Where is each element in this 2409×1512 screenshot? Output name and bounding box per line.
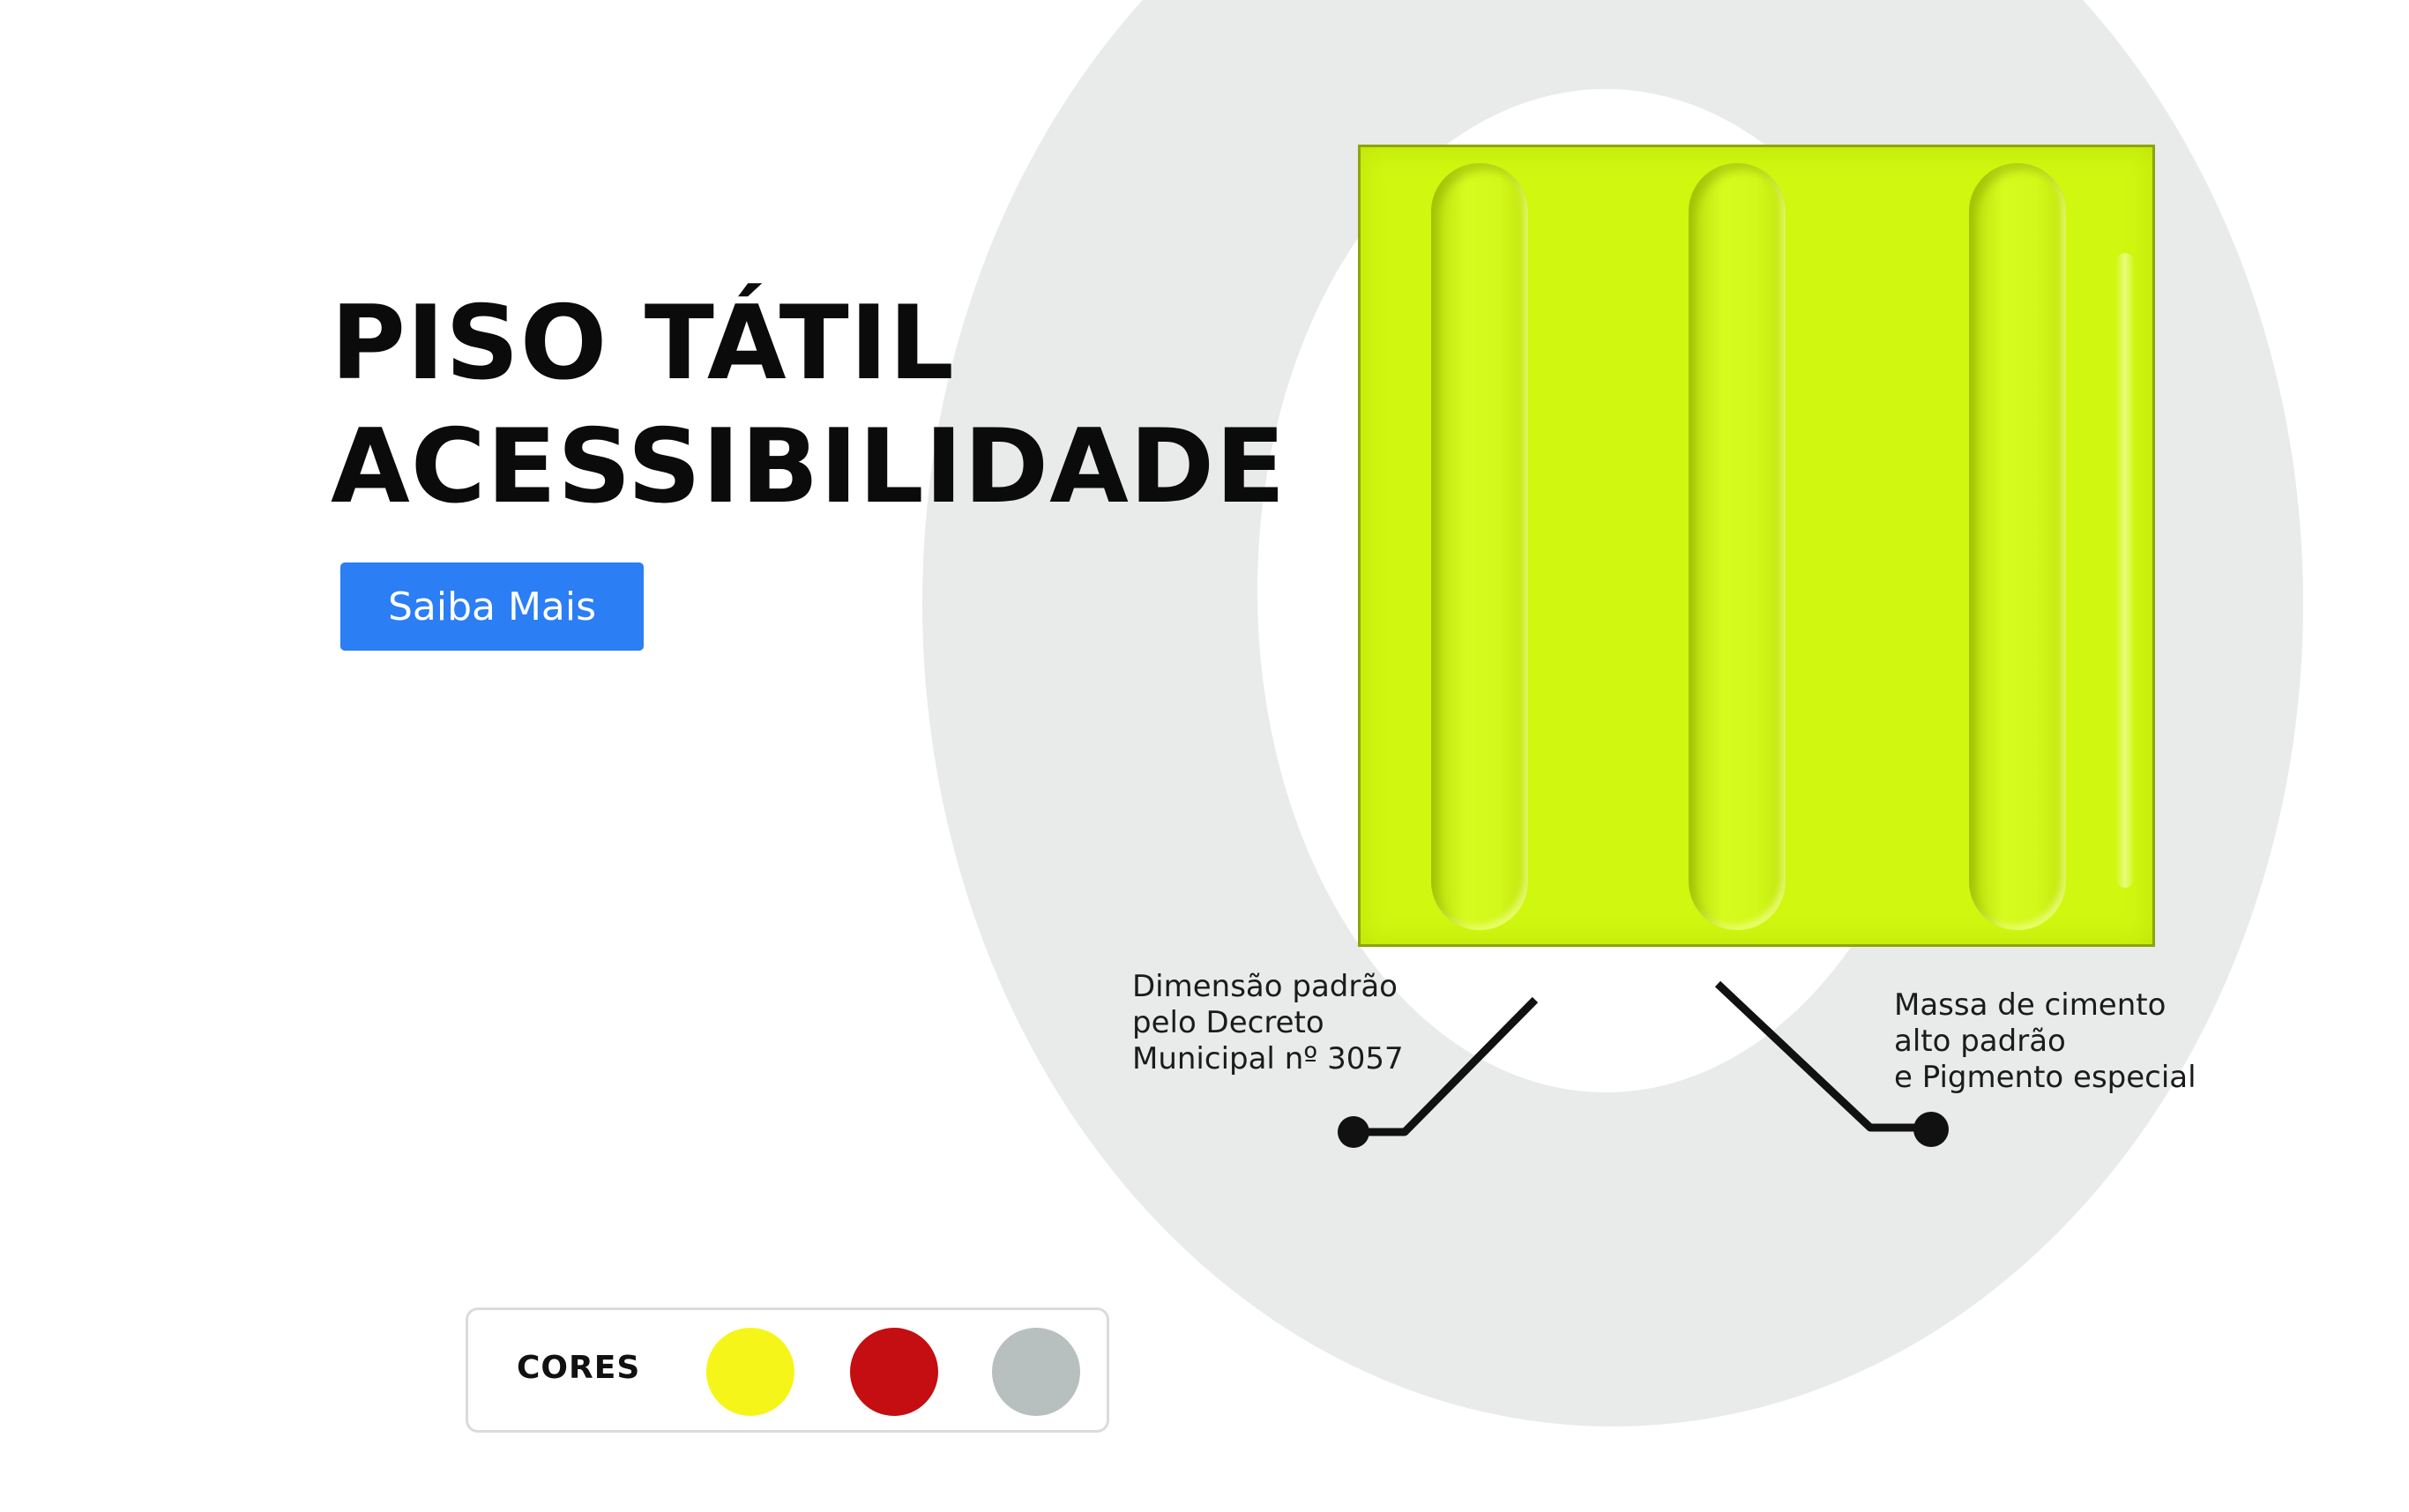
- color-swatch-yellow[interactable]: [706, 1328, 794, 1416]
- saiba-mais-button[interactable]: Saiba Mais: [340, 562, 644, 651]
- hero-title-line-1: PISO TÁTIL: [331, 284, 955, 403]
- callout-left-line: Municipal nº 3057: [1132, 1041, 1404, 1076]
- dimension-callout-text: Dimensão padrão pelo Decreto Municipal n…: [1132, 969, 1404, 1077]
- colors-panel: CORES: [466, 1307, 1109, 1433]
- hero-title-line-2: ACESSIBILIDADE: [331, 407, 1287, 526]
- callout-left-line: pelo Decreto: [1132, 1005, 1324, 1040]
- tile-highlight: [2115, 253, 2135, 888]
- material-callout-text: Massa de cimento alto padrão e Pigmento …: [1894, 987, 2196, 1096]
- color-swatch-red[interactable]: [850, 1328, 938, 1416]
- color-swatch-gray[interactable]: [992, 1328, 1080, 1416]
- hero-title: PISO TÁTIL ACESSIBILIDADE: [331, 282, 1286, 529]
- tile-ridge: [1689, 163, 1786, 930]
- colors-label: CORES: [517, 1350, 641, 1386]
- tactile-tile-image: [1358, 145, 2155, 947]
- tile-ridge: [1431, 163, 1528, 930]
- callout-left-line: Dimensão padrão: [1132, 969, 1398, 1004]
- callout-right-line: e Pigmento especial: [1894, 1060, 2196, 1095]
- callout-right-line: alto padrão: [1894, 1024, 2066, 1059]
- callout-right-line: Massa de cimento: [1894, 987, 2167, 1023]
- tile-ridge: [1969, 163, 2066, 930]
